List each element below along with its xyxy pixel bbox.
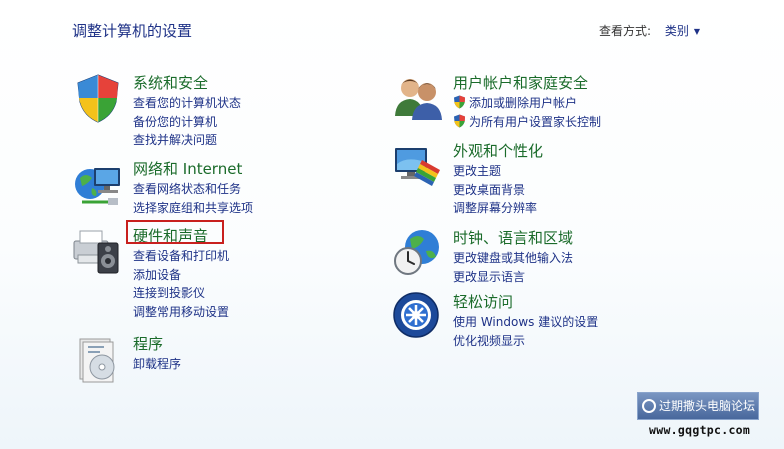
link-troubleshoot[interactable]: 查找并解决问题 <box>133 131 241 150</box>
category-title[interactable]: 系统和安全 <box>133 72 208 93</box>
view-by: 查看方式: 类别 ▼ <box>599 22 700 39</box>
network-internet-icon[interactable] <box>72 158 124 210</box>
link-connect-projector[interactable]: 连接到投影仪 <box>133 284 229 303</box>
link-label: 添加或删除用户帐户 <box>469 96 578 110</box>
ease-of-access-icon[interactable] <box>392 291 444 343</box>
category-title[interactable]: 硬件和声音 <box>133 225 208 246</box>
link-add-remove-accounts[interactable]: 添加或删除用户帐户 <box>453 94 601 113</box>
link-optimize-video-display[interactable]: 优化视频显示 <box>453 332 598 351</box>
watermark-url: www.gqgtpc.com <box>649 423 751 437</box>
appearance-icon[interactable] <box>392 140 444 192</box>
category-title[interactable]: 外观和个性化 <box>453 140 543 161</box>
link-desktop-background[interactable]: 更改桌面背景 <box>453 181 537 200</box>
category-title[interactable]: 时钟、语言和区域 <box>453 227 573 248</box>
link-uninstall-program[interactable]: 卸载程序 <box>133 355 181 374</box>
category-title[interactable]: 程序 <box>133 333 163 354</box>
uac-shield-icon <box>454 95 465 109</box>
chevron-down-icon: ▼ <box>693 27 700 36</box>
category-title[interactable]: 轻松访问 <box>453 291 513 312</box>
watermark-text: 过期撒头电脑论坛 <box>659 399 756 413</box>
link-screen-resolution[interactable]: 调整屏幕分辨率 <box>453 199 537 218</box>
link-view-computer-status[interactable]: 查看您的计算机状态 <box>133 94 241 113</box>
link-parental-controls[interactable]: 为所有用户设置家长控制 <box>453 113 601 132</box>
category-title[interactable]: 用户帐户和家庭安全 <box>453 72 588 93</box>
link-display-language[interactable]: 更改显示语言 <box>453 268 573 287</box>
watermark: 过期撒头电脑论坛 www.gqgtpc.com <box>637 392 759 442</box>
link-change-theme[interactable]: 更改主题 <box>453 162 537 181</box>
view-by-value: 类别 <box>664 24 689 38</box>
user-accounts-icon[interactable] <box>392 72 444 124</box>
link-devices-printers[interactable]: 查看设备和打印机 <box>133 247 229 266</box>
link-add-device[interactable]: 添加设备 <box>133 266 229 285</box>
programs-icon[interactable] <box>72 333 124 385</box>
watermark-badge: 过期撒头电脑论坛 <box>637 392 759 420</box>
hardware-sound-icon[interactable] <box>72 225 124 277</box>
link-windows-suggested-settings[interactable]: 使用 Windows 建议的设置 <box>453 313 598 332</box>
link-label: 为所有用户设置家长控制 <box>469 114 602 129</box>
view-by-label: 查看方式: <box>598 24 651 38</box>
clock-language-region-icon[interactable] <box>392 227 444 279</box>
link-mobility-settings[interactable]: 调整常用移动设置 <box>133 303 229 322</box>
link-keyboard-input[interactable]: 更改键盘或其他输入法 <box>453 249 573 268</box>
category-title[interactable]: 网络和 Internet <box>133 158 242 179</box>
page-title: 调整计算机的设置 <box>72 22 193 40</box>
view-by-dropdown[interactable]: 类别 ▼ <box>665 24 700 38</box>
link-network-status[interactable]: 查看网络状态和任务 <box>133 180 253 199</box>
system-security-icon[interactable] <box>72 72 124 124</box>
watermark-logo-icon <box>642 399 656 413</box>
uac-shield-icon <box>454 114 465 127</box>
link-backup-computer[interactable]: 备份您的计算机 <box>133 113 241 132</box>
link-homegroup-sharing[interactable]: 选择家庭组和共享选项 <box>133 199 253 218</box>
